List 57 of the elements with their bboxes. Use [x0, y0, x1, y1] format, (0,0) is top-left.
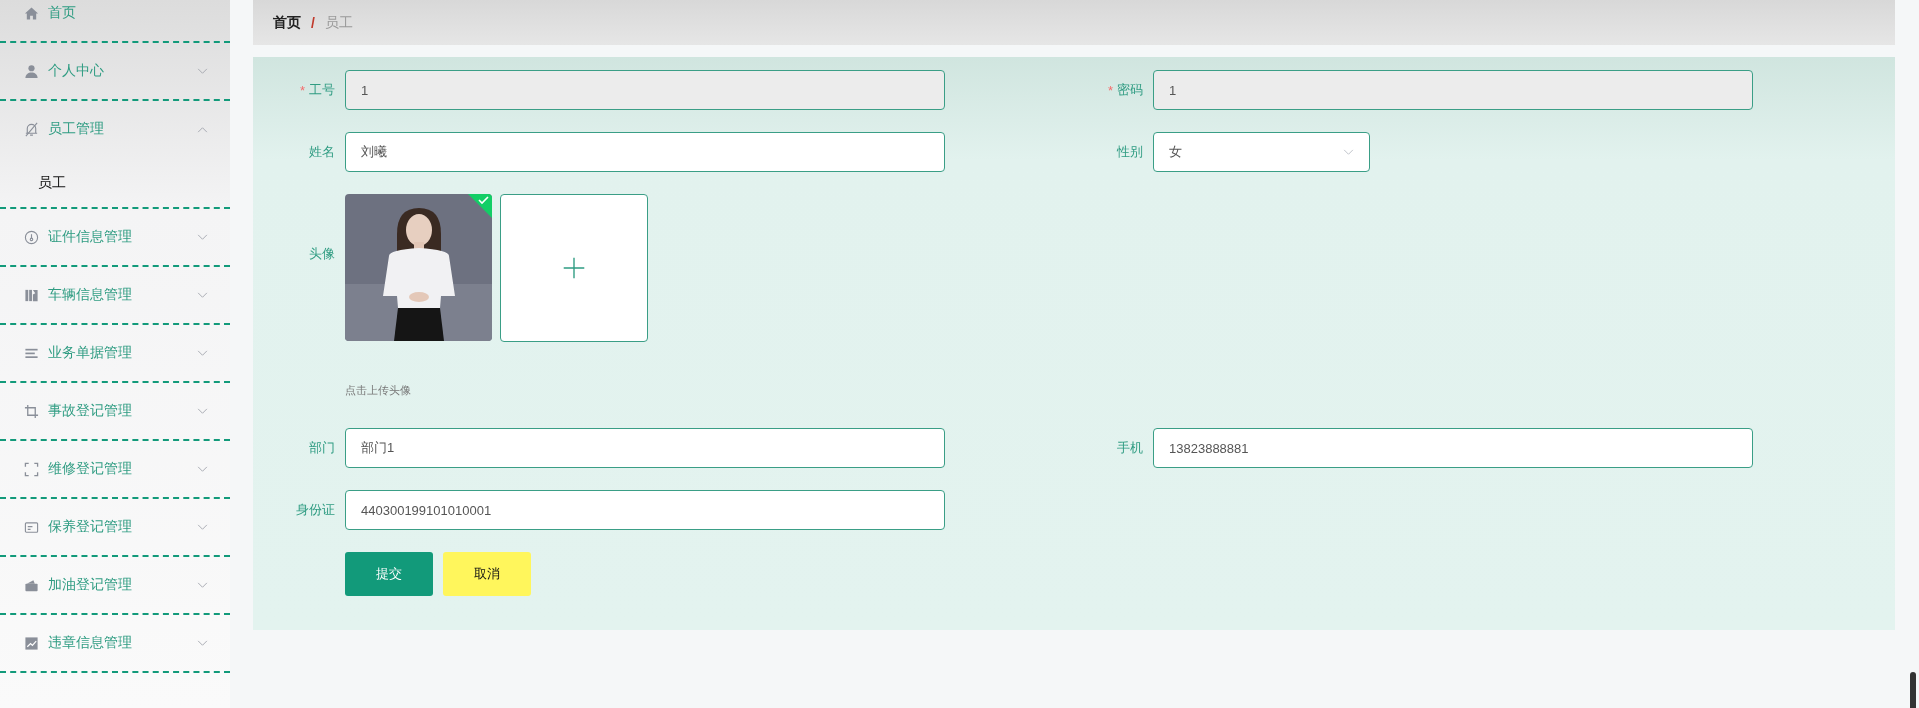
menu-item[interactable]: 首页 [0, 0, 230, 41]
field-label: 性别 [1117, 143, 1143, 161]
field-label: 手机 [1117, 439, 1143, 457]
upload-hint: 点击上传头像 [345, 383, 412, 398]
submit-button[interactable]: 提交 [345, 552, 433, 596]
caret-icon [197, 67, 208, 75]
menu-item[interactable]: 事故登记管理 [0, 383, 230, 439]
caret-icon [197, 523, 208, 531]
menu-item[interactable]: 车辆信息管理 [0, 267, 230, 323]
caret-icon [197, 349, 208, 357]
input-field[interactable]: 13823888881 [1153, 428, 1753, 468]
caret-icon [197, 581, 208, 589]
caret-icon [197, 125, 208, 133]
caret-icon [197, 233, 208, 241]
field-label: 工号 [309, 81, 335, 99]
check-badge-icon [468, 194, 492, 218]
bell-icon [24, 121, 39, 137]
input-field[interactable]: 440300199101010001 [345, 490, 945, 530]
menu-item[interactable]: 证件信息管理 [0, 209, 230, 265]
submenu-item[interactable]: 员工 [0, 157, 230, 207]
field-label: 身份证 [296, 501, 335, 519]
crop-icon [24, 403, 39, 419]
field-label: 密码 [1117, 81, 1143, 99]
home-icon [24, 5, 39, 21]
menu-item[interactable]: 维修登记管理 [0, 441, 230, 497]
breadcrumb-item: 员工 [324, 13, 353, 32]
field-label: 部门 [309, 439, 335, 457]
card-icon [24, 519, 39, 535]
upload-button[interactable] [500, 194, 648, 342]
menu-item[interactable]: 加油登记管理 [0, 557, 230, 613]
scrollbar-thumb[interactable] [1910, 672, 1916, 708]
caret-icon [197, 465, 208, 473]
book-icon [24, 287, 39, 303]
caret-icon [197, 639, 208, 647]
select-field[interactable]: 女 [1153, 132, 1370, 172]
cancel-button[interactable]: 取消 [443, 552, 531, 596]
user-icon [24, 63, 39, 79]
breadcrumb-item[interactable]: 首页 [273, 13, 301, 32]
field-label: 姓名 [309, 143, 335, 161]
field-label: 头像 [309, 245, 335, 263]
breadcrumb-separator: / [311, 14, 315, 31]
caret-icon [197, 407, 208, 415]
menu-item[interactable]: 员工管理 [0, 101, 230, 157]
required-mark: * [299, 82, 305, 98]
menu-item[interactable]: 保养登记管理 [0, 499, 230, 555]
required-mark: * [1107, 82, 1113, 98]
menu-item[interactable]: 个人中心 [0, 43, 230, 99]
menu-item[interactable]: 业务单据管理 [0, 325, 230, 381]
input-field[interactable]: 刘曦 [345, 132, 945, 172]
gauge-icon [24, 229, 39, 245]
input-field[interactable]: 部门1 [345, 428, 945, 468]
chart-icon [24, 635, 39, 651]
menu-item[interactable]: 违章信息管理 [0, 615, 230, 671]
frame-icon [24, 461, 39, 477]
caret-icon [197, 291, 208, 299]
chevron-down-icon [1343, 148, 1354, 156]
plus-icon [562, 256, 586, 280]
